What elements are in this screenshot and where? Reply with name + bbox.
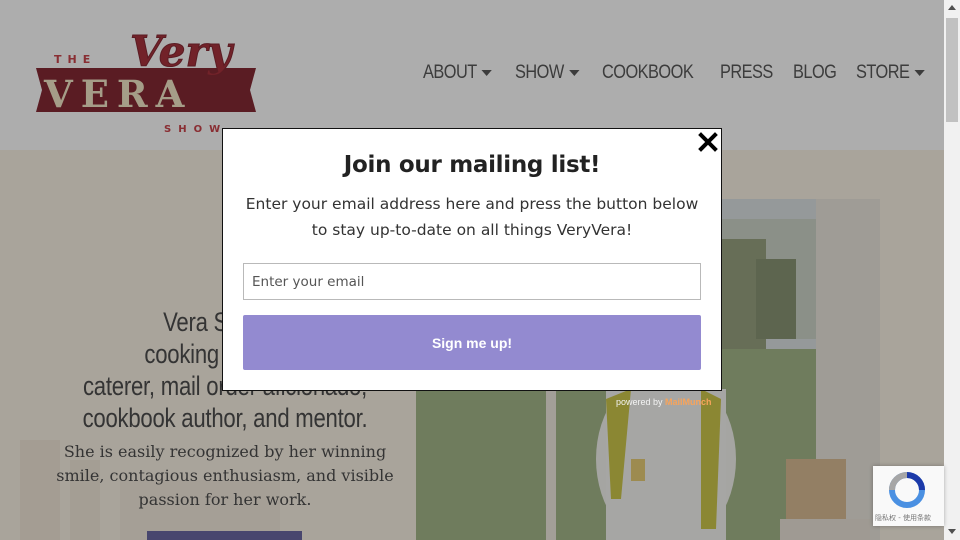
email-input[interactable] bbox=[243, 263, 701, 300]
mailing-list-modal: Join our mailing list! Enter your email … bbox=[222, 128, 722, 391]
scroll-down-icon[interactable] bbox=[948, 529, 956, 534]
page-scrollbar[interactable] bbox=[944, 0, 960, 540]
close-icon bbox=[698, 132, 718, 152]
sign-up-button[interactable]: Sign me up! bbox=[243, 315, 701, 370]
recaptcha-terms[interactable]: 隐私权 - 使用条款 bbox=[875, 513, 931, 523]
recaptcha-badge[interactable]: 隐私权 - 使用条款 bbox=[873, 466, 944, 526]
scroll-thumb[interactable] bbox=[946, 18, 958, 122]
mailmunch-brand: MailMunch bbox=[665, 397, 712, 407]
powered-by-mailmunch[interactable]: powered by MailMunch bbox=[616, 397, 712, 407]
close-button[interactable] bbox=[697, 131, 719, 153]
scroll-up-icon[interactable] bbox=[948, 5, 956, 10]
powered-by-text: powered by bbox=[616, 397, 663, 407]
modal-description: Enter your email address here and press … bbox=[245, 195, 699, 239]
modal-title: Join our mailing list! bbox=[343, 152, 601, 178]
recaptcha-icon bbox=[889, 472, 925, 508]
